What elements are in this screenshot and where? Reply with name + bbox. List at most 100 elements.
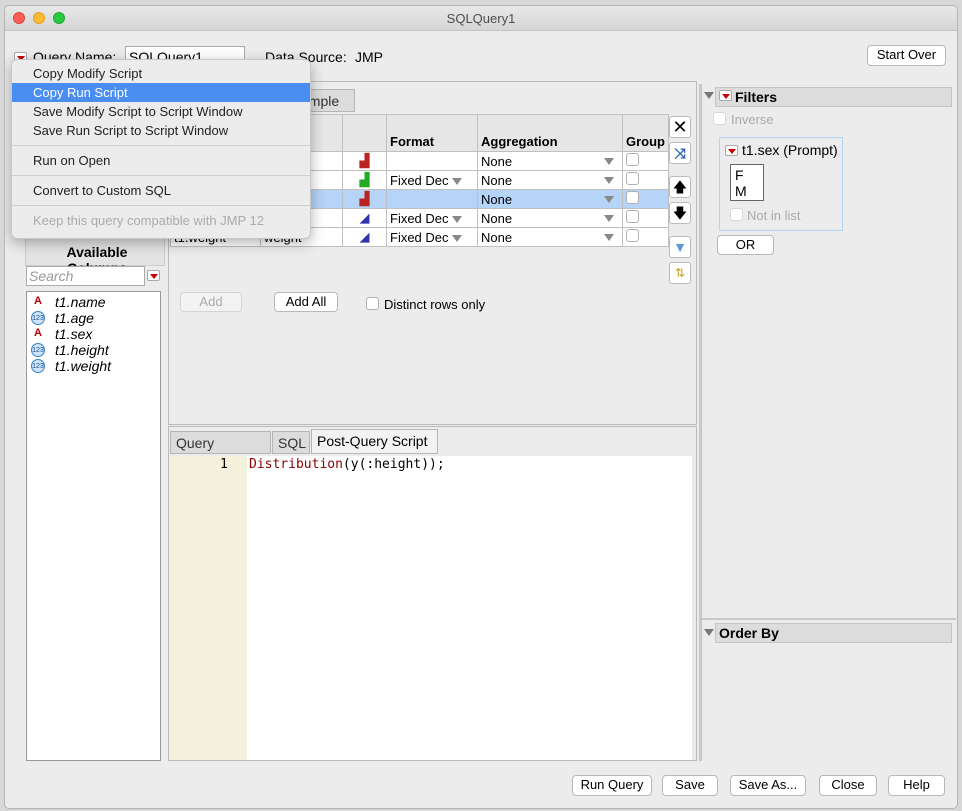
not-in-list-checkbox[interactable]	[730, 208, 743, 221]
menu-separator	[12, 175, 310, 176]
dropdown-arrow-icon	[604, 215, 614, 222]
format-cell[interactable]: Fixed Dec	[386, 170, 478, 190]
data-source-value: JMP	[355, 49, 383, 65]
col-header-format[interactable]: Format	[386, 114, 478, 152]
aggregation-value: None	[481, 210, 513, 226]
aggregation-value: None	[481, 172, 513, 188]
menu-item-save-modify-script[interactable]: Save Modify Script to Script Window	[12, 102, 310, 121]
menu-item-run-on-open[interactable]: Run on Open	[12, 151, 310, 170]
minimize-window-button[interactable]	[33, 12, 45, 24]
run-query-button[interactable]: Run Query	[572, 775, 652, 796]
sex-filter-box: t1.sex (Prompt) F M Not in list	[719, 137, 843, 231]
col-header-group[interactable]: Group	[622, 114, 669, 152]
group-checkbox[interactable]	[626, 153, 639, 166]
column-name: t1.age	[55, 310, 94, 326]
sex-values-list[interactable]: F M	[730, 164, 764, 201]
menu-item-save-run-script[interactable]: Save Run Script to Script Window	[12, 121, 310, 140]
column-name: t1.height	[55, 342, 109, 358]
sort-order-icon[interactable]: ⇅	[669, 262, 691, 284]
aggregation-value: None	[481, 153, 513, 169]
move-up-icon[interactable]: 🡅	[669, 176, 691, 198]
script-editor[interactable]: 1 Distribution(y(:height));	[170, 456, 692, 760]
line-gutter	[170, 456, 247, 760]
column-item[interactable]: At1.sex	[27, 326, 160, 342]
add-all-button[interactable]: Add All	[274, 292, 338, 312]
format-cell[interactable]	[386, 189, 478, 209]
group-cell[interactable]	[622, 189, 669, 209]
character-column-icon: A	[34, 327, 42, 339]
group-cell[interactable]	[622, 208, 669, 228]
value-item[interactable]: M	[735, 183, 759, 199]
aggregation-cell[interactable]: None	[477, 170, 623, 190]
zoom-window-button[interactable]	[53, 12, 65, 24]
sex-filter-red-triangle-icon[interactable]	[725, 145, 738, 156]
value-item[interactable]: F	[735, 167, 759, 183]
order-by-header: Order By	[715, 623, 952, 643]
continuous-modeling-icon: ◢	[342, 227, 387, 247]
title-bar: SQLQuery1	[5, 6, 957, 31]
dropdown-arrow-icon	[604, 158, 614, 165]
menu-item-convert-custom-sql[interactable]: Convert to Custom SQL	[12, 181, 310, 200]
distinct-rows-checkbox[interactable]	[366, 297, 379, 310]
menu-item-copy-run-script[interactable]: Copy Run Script	[12, 83, 310, 102]
aggregation-cell[interactable]: None	[477, 227, 623, 247]
column-item[interactable]: At1.name	[27, 294, 160, 310]
move-down-icon[interactable]: 🡇	[669, 202, 691, 224]
aggregation-cell[interactable]: None	[477, 151, 623, 171]
available-columns-list[interactable]: At1.name 123 t1.age At1.sex 123 t1.height …	[26, 291, 161, 761]
search-options-red-triangle-icon[interactable]	[147, 270, 160, 281]
tab-sql[interactable]: SQL	[272, 431, 310, 454]
menu-item-jmp12-compatible: Keep this query compatible with JMP 12	[33, 213, 264, 228]
col-header-aggregation[interactable]: Aggregation	[477, 114, 623, 152]
inverse-checkbox[interactable]	[713, 112, 726, 125]
menu-item-copy-modify-script[interactable]: Copy Modify Script	[12, 64, 310, 83]
format-cell[interactable]: Fixed Dec	[386, 227, 478, 247]
column-item[interactable]: 123 t1.age	[27, 310, 160, 326]
start-over-button[interactable]: Start Over	[867, 45, 946, 66]
group-checkbox[interactable]	[626, 172, 639, 185]
format-cell[interactable]: Fixed Dec	[386, 208, 478, 228]
dropdown-arrow-icon	[604, 177, 614, 184]
group-cell[interactable]	[622, 170, 669, 190]
filter-funnel-icon[interactable]: ▼	[669, 236, 691, 258]
line-number: 1	[220, 457, 228, 472]
group-checkbox[interactable]	[626, 191, 639, 204]
order-by-collapse-icon[interactable]	[704, 629, 714, 636]
column-item[interactable]: 123 t1.height	[27, 342, 160, 358]
right-splitter[interactable]	[702, 618, 956, 620]
save-as-button[interactable]: Save As...	[730, 775, 806, 796]
remove-all-icon[interactable]: ⤨	[669, 142, 691, 164]
dropdown-arrow-icon	[604, 196, 614, 203]
format-value: Fixed Dec	[390, 229, 449, 245]
sql-query-window: SQLQuery1 Query Name: SQLQuery1 Data Sou…	[4, 5, 958, 809]
filters-red-triangle-icon[interactable]	[719, 90, 732, 101]
sex-filter-title: t1.sex (Prompt)	[742, 142, 838, 158]
tab-post-query-script[interactable]: Post-Query Script	[311, 429, 438, 454]
group-cell[interactable]	[622, 227, 669, 247]
aggregation-cell[interactable]: None	[477, 189, 623, 209]
format-cell[interactable]	[386, 151, 478, 171]
group-checkbox[interactable]	[626, 229, 639, 242]
column-item[interactable]: 123 t1.weight	[27, 358, 160, 374]
format-value: Fixed Dec	[390, 172, 449, 188]
code-function: Distribution	[249, 457, 343, 472]
group-checkbox[interactable]	[626, 210, 639, 223]
column-search-input[interactable]: Search	[26, 266, 145, 286]
nominal-modeling-icon: ▟	[342, 189, 387, 209]
filters-collapse-icon[interactable]	[704, 92, 714, 99]
add-button[interactable]: Add	[180, 292, 242, 312]
character-column-icon: A	[34, 295, 42, 307]
numeric-column-icon: 123	[31, 311, 45, 325]
tab-query-preview[interactable]: Query Preview	[170, 431, 271, 473]
panel-splitter[interactable]	[699, 84, 702, 761]
remove-icon[interactable]: ✕	[669, 116, 691, 138]
menu-separator	[12, 205, 310, 206]
close-window-button[interactable]	[13, 12, 25, 24]
or-button[interactable]: OR	[717, 235, 774, 255]
group-cell[interactable]	[622, 151, 669, 171]
help-button[interactable]: Help	[888, 775, 945, 796]
close-button[interactable]: Close	[819, 775, 877, 796]
aggregation-cell[interactable]: None	[477, 208, 623, 228]
save-button[interactable]: Save	[662, 775, 718, 796]
ordinal-modeling-icon: ▟	[342, 170, 387, 190]
